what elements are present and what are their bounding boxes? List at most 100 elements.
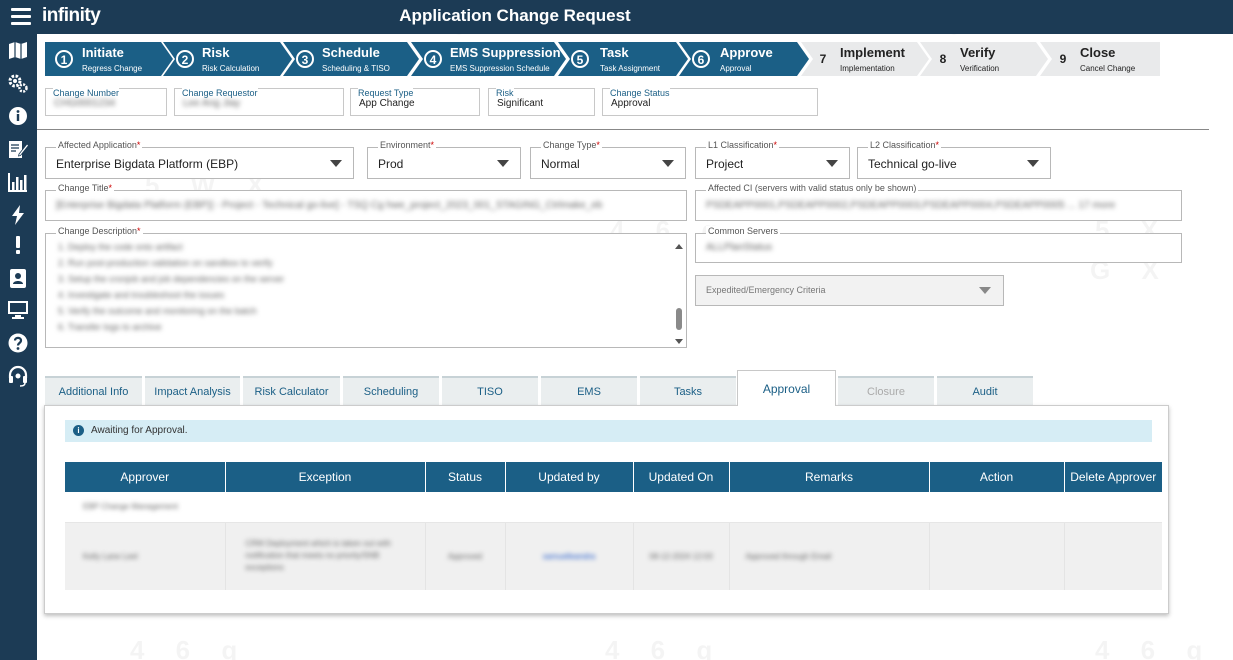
tab-ems[interactable]: EMS <box>541 376 637 405</box>
l1-classification-select[interactable]: L1 Classification* Project <box>695 140 850 179</box>
change-status-value: Approval <box>611 98 651 109</box>
change-status-field: Change Status Approval <box>602 88 818 116</box>
description-line: 3. Setup the cronjob and job dependencie… <box>58 274 285 284</box>
tab-audit[interactable]: Audit <box>937 376 1033 405</box>
change-title-value: [Enterprise Bigdata Platform (EBP)] - Pr… <box>56 200 603 211</box>
change-type-label: Change Type* <box>541 140 602 150</box>
step-subtitle: Risk Calculation <box>202 64 260 73</box>
column-header[interactable]: Delete Approver <box>1064 462 1162 492</box>
step-title: Approve <box>720 45 773 60</box>
description-line: 5. Verify the outcome and monitoring on … <box>58 306 257 316</box>
step-subtitle: Scheduling & TISO <box>322 64 390 73</box>
action-cell[interactable] <box>929 522 1065 590</box>
description-line: 4. Investigate and troubleshoot the issu… <box>58 290 225 300</box>
change-type-value: Normal <box>541 157 580 171</box>
approver-group-row: EBP Change Management <box>65 492 1162 523</box>
l2-classification-select[interactable]: L2 Classification* Technical go-live <box>857 140 1051 179</box>
tab-tiso[interactable]: TISO <box>442 376 538 405</box>
updated-by-link[interactable]: samuelleandra <box>543 552 595 561</box>
step-schedule[interactable]: 3 Schedule Scheduling & TISO <box>283 42 419 76</box>
affected-ci-field[interactable]: Affected CI (servers with valid status o… <box>695 183 1182 221</box>
step-close[interactable]: 9 Close Cancel Change <box>1040 42 1160 76</box>
step-number: 8 <box>939 52 947 66</box>
step-title: Schedule <box>322 45 380 60</box>
alert-icon[interactable] <box>7 234 29 256</box>
step-initiate[interactable]: 1 Initiate Regress Change <box>45 42 173 76</box>
chart-icon[interactable] <box>7 171 29 193</box>
column-header[interactable]: Exception <box>225 462 426 492</box>
change-requestor-label: Change Requestor <box>182 88 258 98</box>
delete-approver-cell[interactable] <box>1064 522 1162 590</box>
step-implement[interactable]: 7 Implement Implementation <box>801 42 929 76</box>
step-verify[interactable]: 8 Verify Verification <box>920 42 1048 76</box>
affected-application-select[interactable]: Affected Application* Enterprise Bigdata… <box>45 140 354 179</box>
edit-document-icon[interactable] <box>7 138 30 160</box>
request-type-value: App Change <box>359 98 415 109</box>
column-header[interactable]: Updated by <box>505 462 634 492</box>
monitor-icon[interactable] <box>7 298 29 320</box>
column-header[interactable]: Updated On <box>633 462 730 492</box>
change-requestor-field: Change Requestor Lee Ang Jiay <box>174 88 344 116</box>
left-nav <box>0 34 37 660</box>
step-task[interactable]: 5 Task Task Assignment <box>558 42 688 76</box>
expedited-criteria-placeholder: Expedited/Emergency Criteria <box>706 285 826 295</box>
approval-panel: i Awaiting for Approval. Approver Except… <box>44 405 1169 614</box>
risk-field: Risk Significant <box>488 88 595 116</box>
step-ems-suppression[interactable]: 4 EMS Suppression EMS Suppression Schedu… <box>411 42 566 76</box>
exception-text: CRM Deployment which is taken out with n… <box>245 539 391 573</box>
step-number: 2 <box>176 50 194 68</box>
step-approve[interactable]: 6 Approve Approval <box>679 42 809 76</box>
l2-classification-label: L2 Classification* <box>868 140 942 150</box>
affected-application-label: Affected Application* <box>56 140 143 150</box>
change-description-textarea[interactable]: Change Description* 1. Deploy the code o… <box>45 226 687 348</box>
step-risk[interactable]: 2 Risk Risk Calculation <box>163 42 292 76</box>
column-header[interactable]: Action <box>929 462 1065 492</box>
tab-additional-info[interactable]: Additional Info <box>45 376 142 405</box>
help-icon[interactable] <box>7 332 29 354</box>
tab-risk-calculator[interactable]: Risk Calculator <box>243 376 340 405</box>
column-header[interactable]: Approver <box>65 462 226 492</box>
page-title: Application Change Request <box>399 6 631 25</box>
tab-tasks[interactable]: Tasks <box>640 376 736 405</box>
description-scrollbar[interactable] <box>675 242 683 346</box>
contacts-icon[interactable] <box>7 267 29 289</box>
change-status-label: Change Status <box>610 88 670 98</box>
column-header[interactable]: Status <box>425 462 506 492</box>
tab-impact-analysis[interactable]: Impact Analysis <box>145 376 240 405</box>
support-icon[interactable] <box>7 365 29 387</box>
tab-closure[interactable]: Closure <box>838 376 934 405</box>
l1-classification-value: Project <box>706 157 744 171</box>
change-number-field: Change Number CHG0001234 <box>45 88 167 116</box>
chevron-down-icon <box>1027 160 1039 167</box>
step-number: 7 <box>819 52 827 66</box>
change-title-field[interactable]: Change Title* [Enterprise Bigdata Platfo… <box>45 183 687 221</box>
environment-select[interactable]: Environment* Prod <box>367 140 521 179</box>
lightning-icon[interactable] <box>7 204 29 226</box>
change-number-value: CHG0001234 <box>54 98 116 109</box>
step-number: 1 <box>55 50 73 68</box>
column-header[interactable]: Remarks <box>729 462 930 492</box>
environment-label: Environment* <box>378 140 437 150</box>
change-description-label: Change Description* <box>56 226 143 236</box>
map-icon[interactable] <box>7 39 29 61</box>
info-icon[interactable] <box>7 105 29 127</box>
tab-scheduling[interactable]: Scheduling <box>343 376 439 405</box>
approver-table: Approver Exception Status Updated by Upd… <box>65 462 1162 590</box>
step-title: Initiate <box>82 45 124 60</box>
step-number: 4 <box>424 50 442 68</box>
chevron-down-icon <box>330 160 342 167</box>
affected-application-value: Enterprise Bigdata Platform (EBP) <box>56 157 239 171</box>
updated-on-value: 08-12-2024 12:03 <box>649 551 713 561</box>
remarks-text: Approved through Email <box>745 551 832 561</box>
risk-label: Risk <box>496 88 514 98</box>
common-servers-field[interactable]: Common Servers ALLPlanStatus <box>695 226 1182 263</box>
l1-classification-label: L1 Classification* <box>706 140 780 150</box>
tab-approval[interactable]: Approval <box>737 370 836 406</box>
step-title: Risk <box>202 45 230 60</box>
description-line: 6. Transfer logs to archive <box>58 322 162 332</box>
change-type-select[interactable]: Change Type* Normal <box>530 140 686 179</box>
settings-icon[interactable] <box>7 72 29 94</box>
expedited-criteria-select[interactable]: Expedited/Emergency Criteria <box>695 275 1004 306</box>
workflow-steps: 1 Initiate Regress Change 2 Risk Risk Ca… <box>45 42 1160 76</box>
step-subtitle: EMS Suppression Schedule <box>450 64 550 73</box>
